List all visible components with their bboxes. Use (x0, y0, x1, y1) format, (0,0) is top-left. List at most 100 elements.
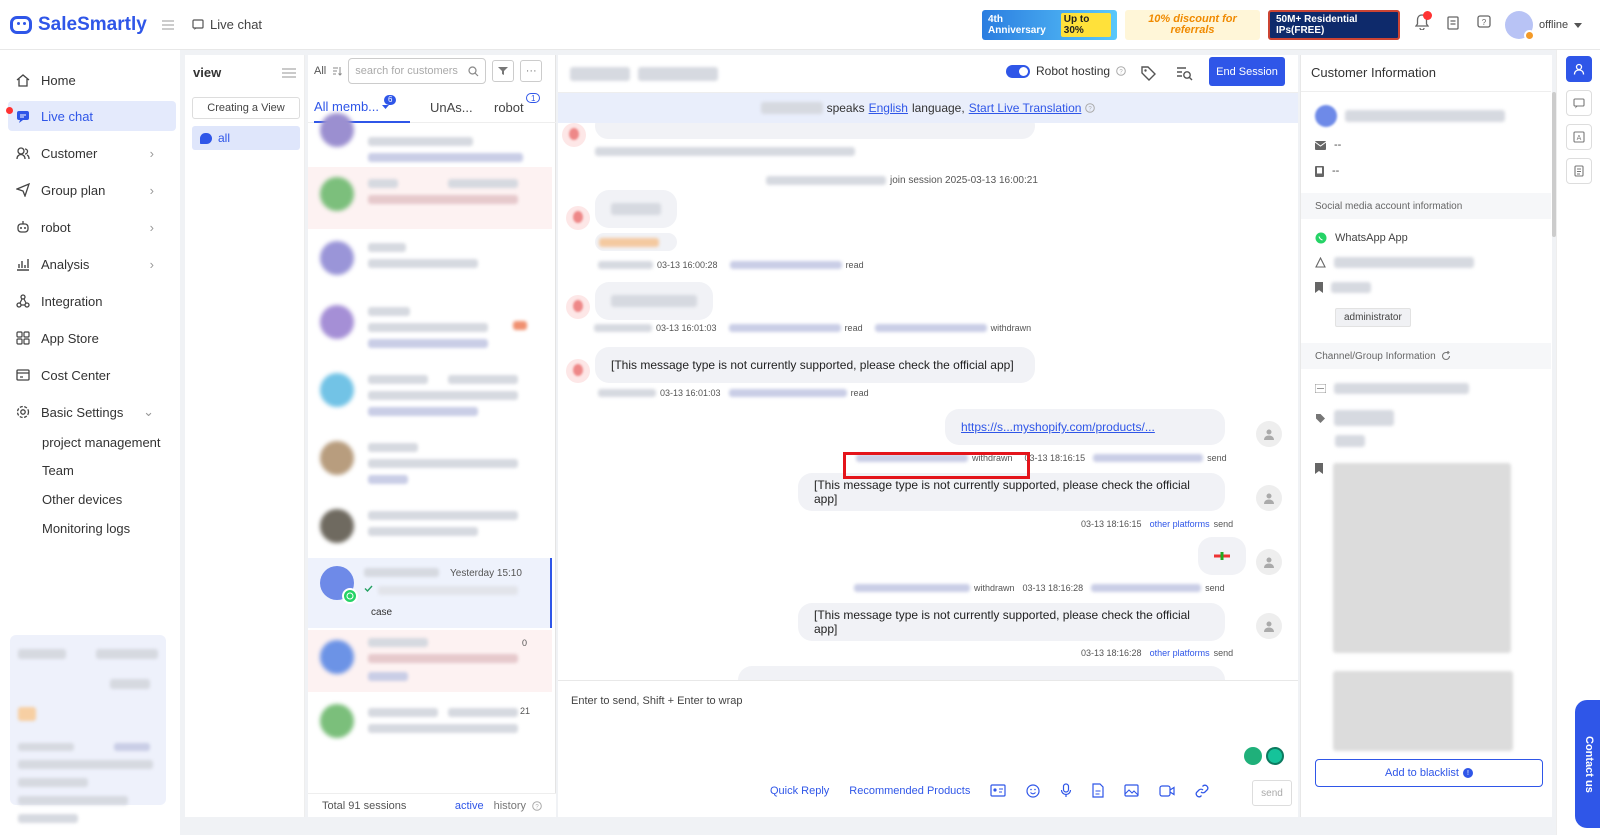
anniversary-banner[interactable]: 4th Anniversary Up to 30% (982, 10, 1117, 40)
list-item[interactable] (308, 295, 552, 361)
list-item[interactable]: 0 (308, 630, 552, 692)
agent-avatar (1256, 549, 1282, 575)
video-icon[interactable] (1159, 784, 1175, 797)
help-icon[interactable]: ? (1085, 103, 1096, 113)
list-item[interactable] (308, 499, 552, 557)
history-toggle[interactable]: history (494, 800, 526, 812)
list-item-selected[interactable]: Yesterday 15:10 case (308, 558, 552, 628)
assist-icon[interactable] (1244, 747, 1262, 765)
user-icon (1573, 63, 1585, 75)
sidebar-item-robot[interactable]: robot › (8, 212, 176, 242)
product-link[interactable]: https://s...myshopify.com/products/... (961, 420, 1155, 434)
sidebar-subitem-monitoring-logs[interactable]: Monitoring logs (42, 521, 130, 536)
sidebar-item-cost-center[interactable]: Cost Center (8, 360, 176, 390)
grammar-widget[interactable] (1244, 747, 1284, 765)
notes-tab[interactable] (1566, 158, 1592, 184)
message-meta: 03-13 16:00:28 read (598, 260, 864, 270)
list-item[interactable] (308, 363, 552, 429)
sort-icon[interactable] (332, 66, 343, 76)
contact-card-icon[interactable] (990, 784, 1006, 797)
logo[interactable]: SaleSmartly (0, 14, 180, 36)
contact-us-button[interactable]: Contact us (1575, 700, 1600, 828)
user-menu[interactable]: offline (1505, 11, 1583, 41)
language-link[interactable]: English (869, 101, 908, 115)
view-item-all[interactable]: all (192, 126, 300, 150)
list-item[interactable] (308, 167, 552, 229)
referral-banner[interactable]: 10% discount for referrals (1125, 10, 1260, 40)
ips-banner[interactable]: 50M+ Residential IPs(FREE) (1268, 10, 1400, 40)
file-icon[interactable] (1092, 783, 1104, 798)
menu-icon[interactable] (282, 67, 296, 78)
svg-text:A: A (1577, 135, 1582, 142)
search-list-icon[interactable] (1176, 65, 1193, 81)
filter-all-dropdown[interactable]: All (314, 65, 326, 77)
recommended-products-button[interactable]: Recommended Products (849, 785, 970, 797)
tag-icon[interactable] (1140, 65, 1156, 81)
sidebar-item-app-store[interactable]: App Store (8, 323, 176, 353)
link-icon[interactable] (1195, 784, 1209, 798)
microphone-icon[interactable] (1060, 783, 1072, 798)
message-input-area[interactable]: Enter to send, Shift + Enter to wrap Qui… (558, 680, 1298, 817)
message-input[interactable]: Enter to send, Shift + Enter to wrap (571, 695, 743, 707)
menu-collapse-icon[interactable] (161, 19, 175, 31)
integration-icon (16, 294, 30, 308)
avatar (1505, 11, 1535, 41)
translate-tab[interactable]: A (1566, 124, 1592, 150)
avatar (320, 305, 354, 339)
emoji-icon[interactable] (1026, 783, 1040, 798)
sidebar-item-customer[interactable]: Customer › (8, 138, 176, 168)
clipboard-icon[interactable] (1447, 15, 1459, 30)
agent-avatar (1256, 485, 1282, 511)
bell-icon[interactable] (1415, 11, 1432, 30)
robot-hosting-toggle[interactable]: Robot hosting ? (1006, 64, 1126, 78)
list-item[interactable] (308, 431, 552, 497)
session-list: All search for customers ··· All memb...… (308, 55, 556, 817)
end-session-button[interactable]: End Session (1209, 57, 1285, 86)
help-icon[interactable]: ? (1477, 15, 1491, 29)
list-item[interactable]: 21 (308, 694, 552, 756)
account-icon (1315, 257, 1326, 268)
sidebar-item-live-chat[interactable]: Live chat (6, 101, 176, 131)
active-toggle[interactable]: active (455, 800, 484, 812)
chevron-down-icon (382, 104, 390, 109)
document-icon (1574, 165, 1584, 177)
start-translation-link[interactable]: Start Live Translation (969, 101, 1082, 115)
sidebar-item-group-plan[interactable]: Group plan › (8, 175, 176, 205)
list-item[interactable] (308, 113, 552, 167)
join-notice: join session 2025-03-13 16:00:21 (766, 175, 1038, 186)
add-to-blacklist-button[interactable]: Add to blacklist ! (1315, 759, 1543, 787)
chevron-down-icon: ⌄ (143, 404, 154, 419)
sticker-icon (1213, 551, 1231, 561)
sidebar-subitem-other-devices[interactable]: Other devices (42, 492, 122, 507)
send-button[interactable]: send (1252, 780, 1292, 806)
help-icon[interactable]: ? (532, 800, 542, 811)
sidebar-subitem-team[interactable]: Team (42, 463, 74, 478)
refresh-icon[interactable] (1441, 351, 1451, 361)
chat-header: Robot hosting ? End Session (558, 55, 1298, 93)
sidebar-subitem-project-management[interactable]: project management (42, 435, 161, 450)
list-item[interactable] (308, 231, 552, 293)
search-input[interactable]: search for customers (348, 58, 487, 84)
quick-reply-button[interactable]: Quick Reply (770, 785, 829, 797)
grammarly-icon[interactable] (1266, 747, 1284, 765)
platform-link[interactable]: other platforms (1150, 648, 1210, 658)
help-icon[interactable]: ? (1116, 66, 1126, 76)
message-bubble (595, 190, 677, 228)
image-icon[interactable] (1124, 784, 1139, 797)
message-meta: 03-13 16:01:03 read (598, 388, 869, 398)
sidebar-item-analysis[interactable]: Analysis › (8, 249, 176, 279)
messages-tab[interactable] (1566, 90, 1592, 116)
robot-icon (16, 220, 30, 234)
sidebar-item-integration[interactable]: Integration (8, 286, 176, 316)
sidebar-item-home[interactable]: Home (8, 65, 176, 95)
more-button[interactable]: ··· (520, 60, 543, 82)
platform-link[interactable]: other platforms (1150, 519, 1210, 529)
bookmark-icon (1315, 282, 1323, 293)
filter-button[interactable] (492, 60, 515, 82)
create-view-button[interactable]: Creating a View (192, 97, 300, 119)
sidebar-item-basic-settings[interactable]: Basic Settings ⌄ (8, 397, 176, 427)
avatar (320, 177, 354, 211)
toggle-switch[interactable] (1006, 64, 1030, 78)
customer-info-tab[interactable] (1566, 56, 1592, 82)
message-meta: 03-13 18:16:28 other platforms send (1081, 648, 1234, 658)
